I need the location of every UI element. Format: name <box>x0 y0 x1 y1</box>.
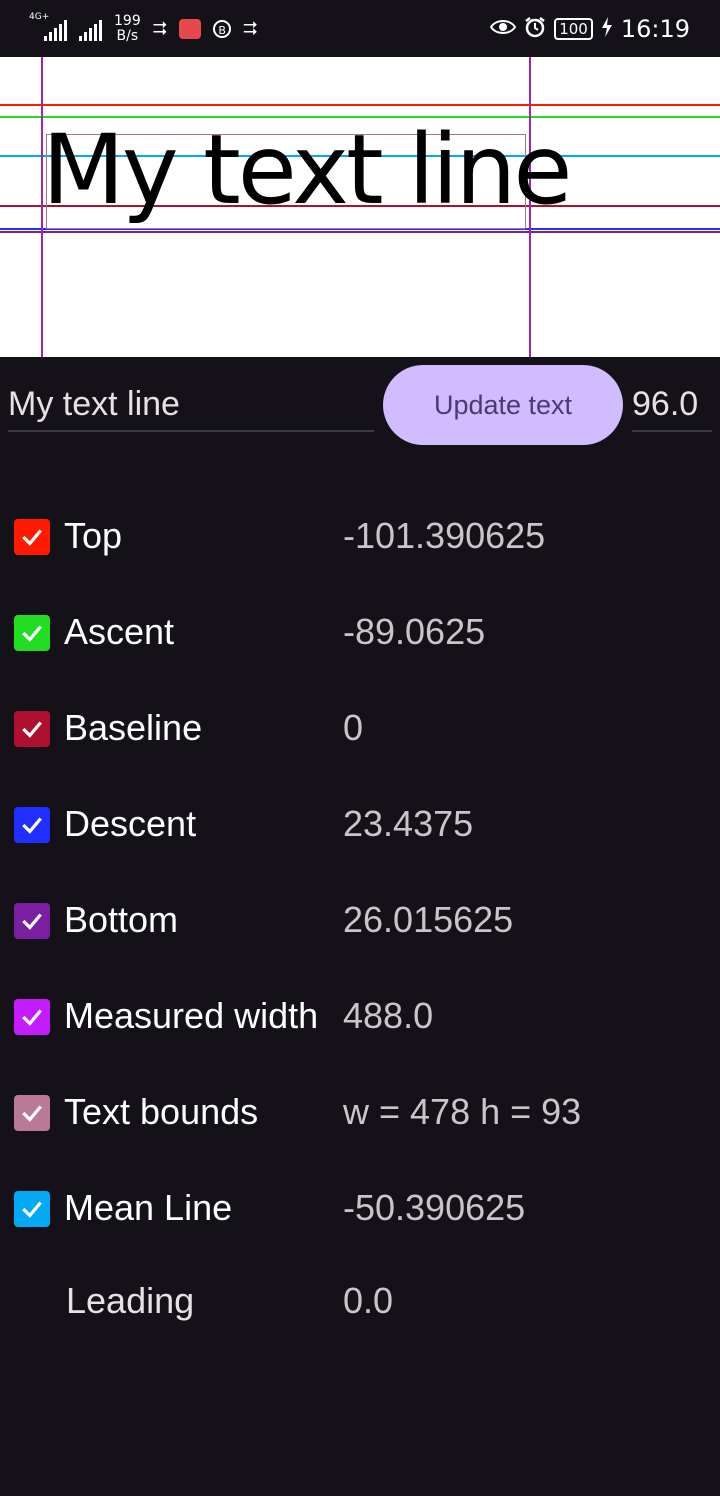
network-speed: 199 B/s <box>114 14 141 44</box>
metric-row-baseline: Baseline 0 <box>0 689 720 769</box>
measured-width-label: Measured width <box>64 995 319 1036</box>
mean-line-value: -50.390625 <box>343 1187 526 1228</box>
status-bar: 4G+ 199 B/s ⮆ B ⮆ 100 16:19 <box>0 0 720 57</box>
mean-line-checkbox[interactable] <box>14 1191 50 1227</box>
descent-checkbox[interactable] <box>14 807 50 843</box>
bottom-value: 26.015625 <box>343 899 514 940</box>
usb-icon: ⮆ <box>152 18 168 39</box>
network-speed-value: 199 <box>114 13 141 29</box>
measured-width-value: 488.0 <box>343 995 434 1036</box>
b-circle-icon: B <box>213 20 232 38</box>
signal-icon: 4G+ <box>29 13 67 41</box>
leading-label: Leading <box>66 1280 195 1321</box>
descent-value: 23.4375 <box>343 803 474 844</box>
text-input[interactable] <box>8 378 374 432</box>
top-value: -101.390625 <box>343 515 546 556</box>
check-icon <box>22 721 42 738</box>
metric-row-top: Top -101.390625 <box>0 497 720 577</box>
text-size-input[interactable] <box>632 378 712 432</box>
measured-width-checkbox[interactable] <box>14 999 50 1035</box>
descent-label: Descent <box>64 803 197 844</box>
ascent-value: -89.0625 <box>343 611 486 652</box>
text-bounds-value: w = 478 h = 93 <box>343 1091 582 1132</box>
metric-row-text-bounds: Text bounds w = 478 h = 93 <box>0 1073 720 1153</box>
mean-line-label: Mean Line <box>64 1187 233 1228</box>
baseline-value: 0 <box>343 707 364 748</box>
text-bounds-label: Text bounds <box>64 1091 259 1132</box>
check-icon <box>22 1201 42 1218</box>
bottom-label: Bottom <box>64 899 179 940</box>
check-icon <box>22 1105 42 1122</box>
bottom-checkbox[interactable] <box>14 903 50 939</box>
status-left: 4G+ 199 B/s ⮆ B ⮆ <box>29 10 258 48</box>
baseline-label: Baseline <box>64 707 203 748</box>
metric-row-descent: Descent 23.4375 <box>0 785 720 865</box>
check-icon <box>22 817 42 834</box>
ascent-checkbox[interactable] <box>14 615 50 651</box>
metric-row-ascent: Ascent -89.0625 <box>0 593 720 673</box>
signal-icon-2 <box>79 17 102 41</box>
update-text-button[interactable]: Update text <box>383 365 623 445</box>
app-notification-icon <box>179 19 202 39</box>
metric-row-mean-line: Mean Line -50.390625 <box>0 1169 720 1249</box>
charging-icon <box>601 17 613 41</box>
top-label: Top <box>64 515 123 556</box>
clock: 16:19 <box>620 15 690 43</box>
metric-row-leading: Leading 0.0 <box>0 1262 720 1342</box>
network-type-label: 4G+ <box>29 12 50 22</box>
battery-icon: 100 <box>554 18 593 40</box>
check-icon <box>22 625 42 642</box>
metric-row-bottom: Bottom 26.015625 <box>0 881 720 961</box>
status-right: 100 16:19 <box>490 12 690 46</box>
top-line <box>0 104 720 106</box>
top-checkbox[interactable] <box>14 519 50 555</box>
check-icon <box>22 1009 42 1026</box>
ascent-label: Ascent <box>64 611 175 652</box>
text-preview-canvas: My text line <box>0 57 720 357</box>
usb-icon-2: ⮆ <box>243 18 258 39</box>
network-speed-unit: B/s <box>116 28 139 44</box>
eye-icon <box>490 18 517 40</box>
check-icon <box>22 913 42 930</box>
check-icon <box>22 529 42 546</box>
alarm-icon <box>524 16 546 42</box>
leading-value: 0.0 <box>343 1280 394 1321</box>
text-bounds-checkbox[interactable] <box>14 1095 50 1131</box>
metric-row-measured-width: Measured width 488.0 <box>0 977 720 1057</box>
sample-text: My text line <box>42 114 572 226</box>
bottom-line <box>0 231 720 233</box>
baseline-checkbox[interactable] <box>14 711 50 747</box>
